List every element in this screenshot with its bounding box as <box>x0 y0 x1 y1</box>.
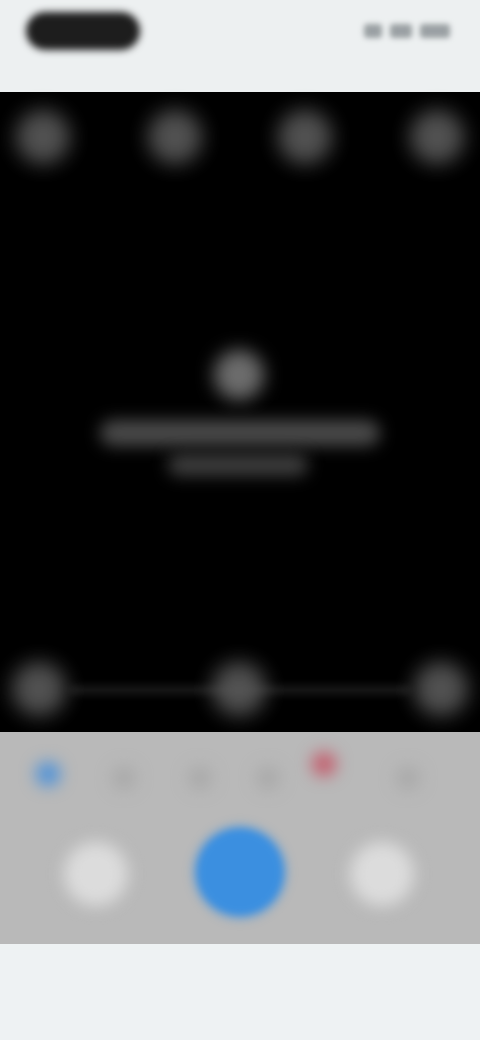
camera-off-icon <box>214 350 264 400</box>
mode-2[interactable] <box>112 766 136 790</box>
bottom-area <box>0 944 480 1040</box>
switch-camera-icon[interactable] <box>350 842 414 906</box>
wifi-icon <box>390 24 412 38</box>
status-time <box>26 12 27 13</box>
zoom-icon[interactable] <box>212 662 266 716</box>
shutter-row <box>0 822 480 932</box>
mode-4[interactable] <box>256 766 280 790</box>
control-panel <box>0 732 480 944</box>
settings-icon[interactable] <box>410 110 464 164</box>
gallery-icon[interactable] <box>64 842 128 906</box>
top-controls <box>0 110 480 170</box>
right-lens-icon[interactable] <box>414 662 468 716</box>
battery-icon <box>420 24 450 38</box>
flash-icon[interactable] <box>16 110 70 164</box>
status-indicators <box>354 22 450 40</box>
hdr-icon[interactable] <box>278 110 332 164</box>
message-line-1 <box>100 420 380 446</box>
bottom-controls <box>0 662 480 722</box>
mode-1[interactable] <box>36 762 60 786</box>
mode-3[interactable] <box>188 766 212 790</box>
mode-6[interactable] <box>396 766 420 790</box>
message-line-2 <box>168 454 308 476</box>
mode-5[interactable] <box>312 752 336 776</box>
status-time-pill <box>26 12 140 50</box>
signal-icon <box>364 24 382 38</box>
camera-screen <box>0 0 480 1040</box>
status-bar <box>0 0 480 90</box>
mode-strip <box>0 742 480 802</box>
timer-icon[interactable] <box>148 110 202 164</box>
viewfinder[interactable] <box>0 92 480 732</box>
message-text <box>240 420 241 421</box>
shutter-button[interactable] <box>196 828 284 916</box>
left-lens-icon[interactable] <box>12 662 66 716</box>
